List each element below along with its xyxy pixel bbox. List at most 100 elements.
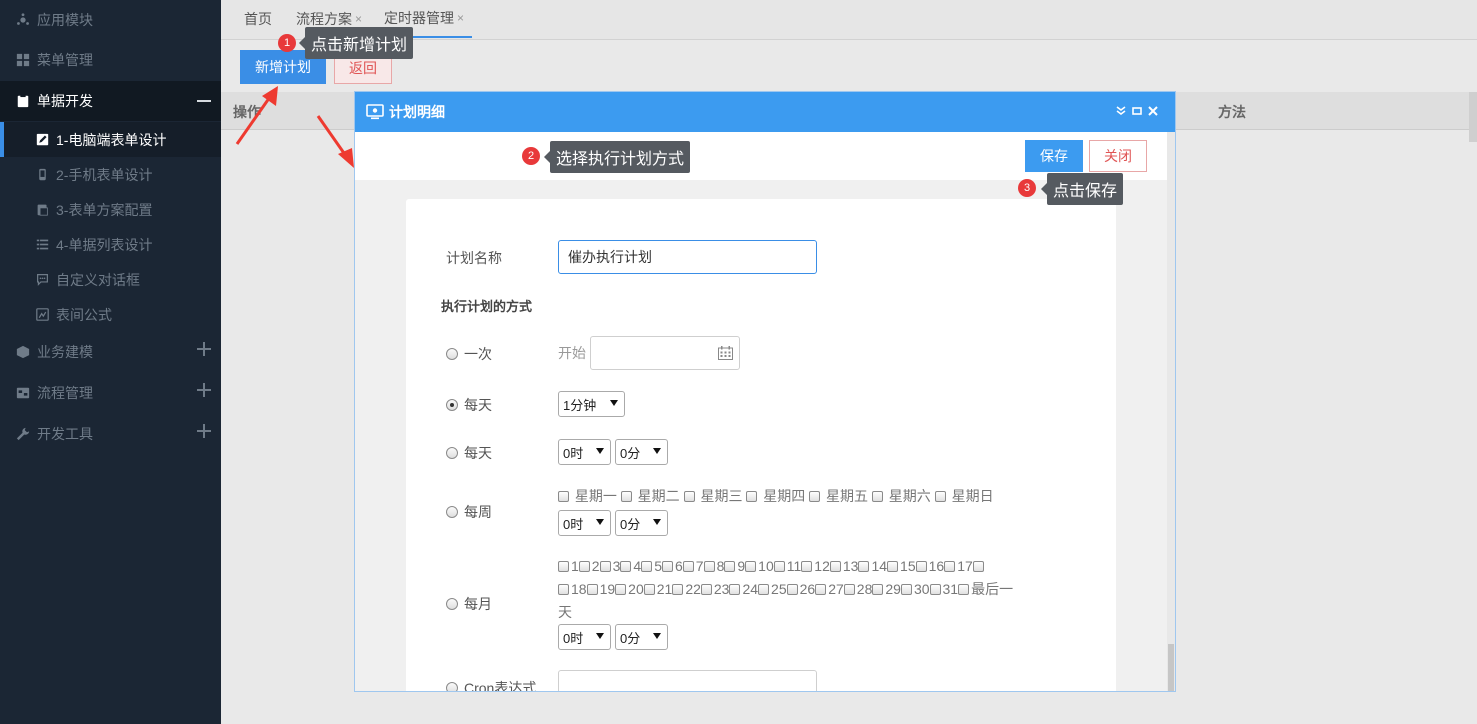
checkbox[interactable] [900,584,912,595]
sidebar-subitem-list-design[interactable]: 4-单据列表设计 [0,227,221,262]
sidebar-subitem-formula[interactable]: 表间公式 [0,297,221,332]
monthly-minute-select[interactable]: 0分 [615,624,668,650]
checkbox[interactable] [620,491,632,502]
checkbox[interactable] [887,561,899,572]
scrollbar-thumb[interactable] [1168,644,1174,691]
checkbox[interactable] [972,561,984,572]
sidebar-subitem-form-scheme[interactable]: 3-表单方案配置 [0,192,221,227]
sidebar-item-flow[interactable]: 流程管理 [0,373,221,413]
column-header-method[interactable]: 方法 [1218,102,1246,122]
checkbox[interactable] [801,561,813,572]
radio-button[interactable] [446,598,458,610]
radio-button[interactable] [446,399,458,411]
expand-icon[interactable] [197,342,211,356]
radio-daily-time[interactable]: 每天 [446,443,492,463]
radio-monthly[interactable]: 每月 [446,594,492,614]
checkbox[interactable] [746,491,758,502]
daily-minute-select[interactable]: 0分 [615,439,668,465]
checkbox[interactable] [643,584,655,595]
tab-home[interactable]: 首页 [244,0,272,38]
sidebar-item-menu[interactable]: 菜单管理 [0,40,221,80]
month-day-label: 24 [742,581,759,597]
radio-button[interactable] [446,506,458,518]
monthly-hour-select[interactable]: 0时 [558,624,611,650]
select-value: 0分 [620,516,641,532]
interval-select[interactable]: 1分钟 [558,391,625,417]
start-date-input[interactable] [590,336,740,370]
radio-once[interactable]: 一次 [446,344,492,364]
checkbox[interactable] [872,584,884,595]
close-button[interactable]: 关闭 [1089,140,1147,172]
checkbox[interactable] [958,584,970,595]
checkbox[interactable] [641,561,653,572]
dialog-scrollbar[interactable] [1167,132,1175,691]
checkbox[interactable] [615,584,627,595]
checkbox[interactable] [944,561,956,572]
radio-button[interactable] [446,682,458,691]
checkbox[interactable] [558,584,569,595]
close-icon[interactable] [1147,104,1159,118]
sidebar-item-biz-model[interactable]: 业务建模 [0,332,221,372]
calendar-icon[interactable] [718,346,733,360]
checkbox[interactable] [843,584,855,595]
checkbox[interactable] [586,584,598,595]
mobile-icon [36,168,50,182]
checkbox[interactable] [558,561,569,572]
collapse-icon[interactable] [1115,104,1127,118]
sidebar-subitem-mobile-form[interactable]: 2-手机表单设计 [0,157,221,192]
sidebar-item-app-module[interactable]: 应用模块 [0,0,221,40]
checkbox[interactable] [809,491,821,502]
checkbox[interactable] [682,561,694,572]
radio-button[interactable] [446,348,458,360]
plan-name-input[interactable]: 催办执行计划 [558,240,817,274]
radio-weekly[interactable]: 每周 [446,502,492,522]
checkbox[interactable] [915,561,927,572]
maximize-icon[interactable] [1131,104,1143,118]
month-day-label: 2 [591,558,600,574]
close-icon[interactable]: × [457,11,464,25]
weekly-hour-select[interactable]: 0时 [558,510,611,536]
checkbox[interactable] [661,561,673,572]
sidebar-item-doc-dev[interactable]: 单据开发 [0,81,221,121]
checkbox[interactable] [929,584,941,595]
expand-icon[interactable] [197,424,211,438]
weekday-label: 星期三 [700,488,743,504]
checkbox[interactable] [858,561,870,572]
radio-button[interactable] [446,447,458,459]
checkbox[interactable] [745,561,757,572]
checkbox[interactable] [599,561,611,572]
checkbox[interactable] [620,561,632,572]
cron-input[interactable] [558,670,817,691]
sidebar-subitem-label: 2-手机表单设计 [56,166,153,183]
checkbox[interactable] [672,584,684,595]
checkbox[interactable] [700,584,712,595]
radio-daily-interval[interactable]: 每天 [446,395,492,415]
checkbox[interactable] [724,561,736,572]
checkbox[interactable] [758,584,770,595]
weekly-minute-select[interactable]: 0分 [615,510,668,536]
daily-hour-select[interactable]: 0时 [558,439,611,465]
sidebar-subitem-pc-form[interactable]: 1-电脑端表单设计 [0,122,221,157]
checkbox[interactable] [558,491,569,502]
close-icon[interactable]: × [355,12,362,26]
month-day-label: 11 [786,558,802,574]
checkbox[interactable] [829,561,841,572]
sidebar-subitem-custom-dialog[interactable]: 自定义对话框 [0,262,221,297]
checkbox[interactable] [815,584,827,595]
radio-cron[interactable]: Cron表达式 [446,678,536,691]
checkbox[interactable] [683,491,695,502]
save-button[interactable]: 保存 [1025,140,1083,172]
sidebar-item-dev-tools[interactable]: 开发工具 [0,414,221,454]
checkbox[interactable] [773,561,785,572]
month-day-label: 30 [913,581,930,597]
collapse-icon[interactable] [197,100,211,102]
checkbox[interactable] [578,561,590,572]
checkbox[interactable] [703,561,715,572]
page-scrollbar[interactable] [1469,92,1477,142]
checkbox[interactable] [786,584,798,595]
expand-icon[interactable] [197,383,211,397]
checkbox[interactable] [729,584,741,595]
checkbox[interactable] [871,491,883,502]
checkbox[interactable] [934,491,946,502]
dropdown-arrow-icon [653,519,661,525]
